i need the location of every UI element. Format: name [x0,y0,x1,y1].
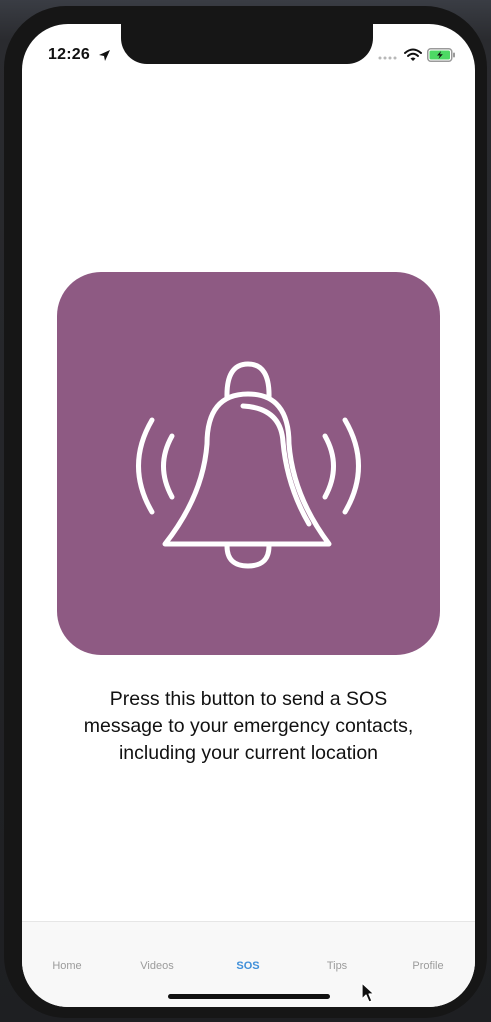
status-time: 12:26 [48,46,90,63]
tab-profile[interactable]: Profile [393,960,463,972]
description-line: including your current location [118,742,379,764]
bell-icon [136,361,361,569]
signal-icon [378,56,397,60]
phone-frame: 12:26 Press this button to send a SOS me… [4,6,487,1018]
wifi-icon [404,48,422,61]
tab-sos[interactable]: SOS [213,960,283,972]
app-screen: 12:26 Press this button to send a SOS me… [22,24,475,1007]
cursor-icon [361,982,375,1003]
home-indicator[interactable] [168,994,330,999]
device-notch [121,24,373,64]
description-line: message to your emergency contacts, [83,715,414,737]
tab-home[interactable]: Home [32,960,102,972]
sos-description: Press this button to send a SOS message … [42,686,455,767]
location-arrow-icon [99,50,110,61]
battery-icon [427,48,455,62]
sos-button[interactable] [57,272,440,655]
tab-tips[interactable]: Tips [302,960,372,972]
description-line: Press this button to send a SOS [109,688,388,710]
tab-videos[interactable]: Videos [122,960,192,972]
